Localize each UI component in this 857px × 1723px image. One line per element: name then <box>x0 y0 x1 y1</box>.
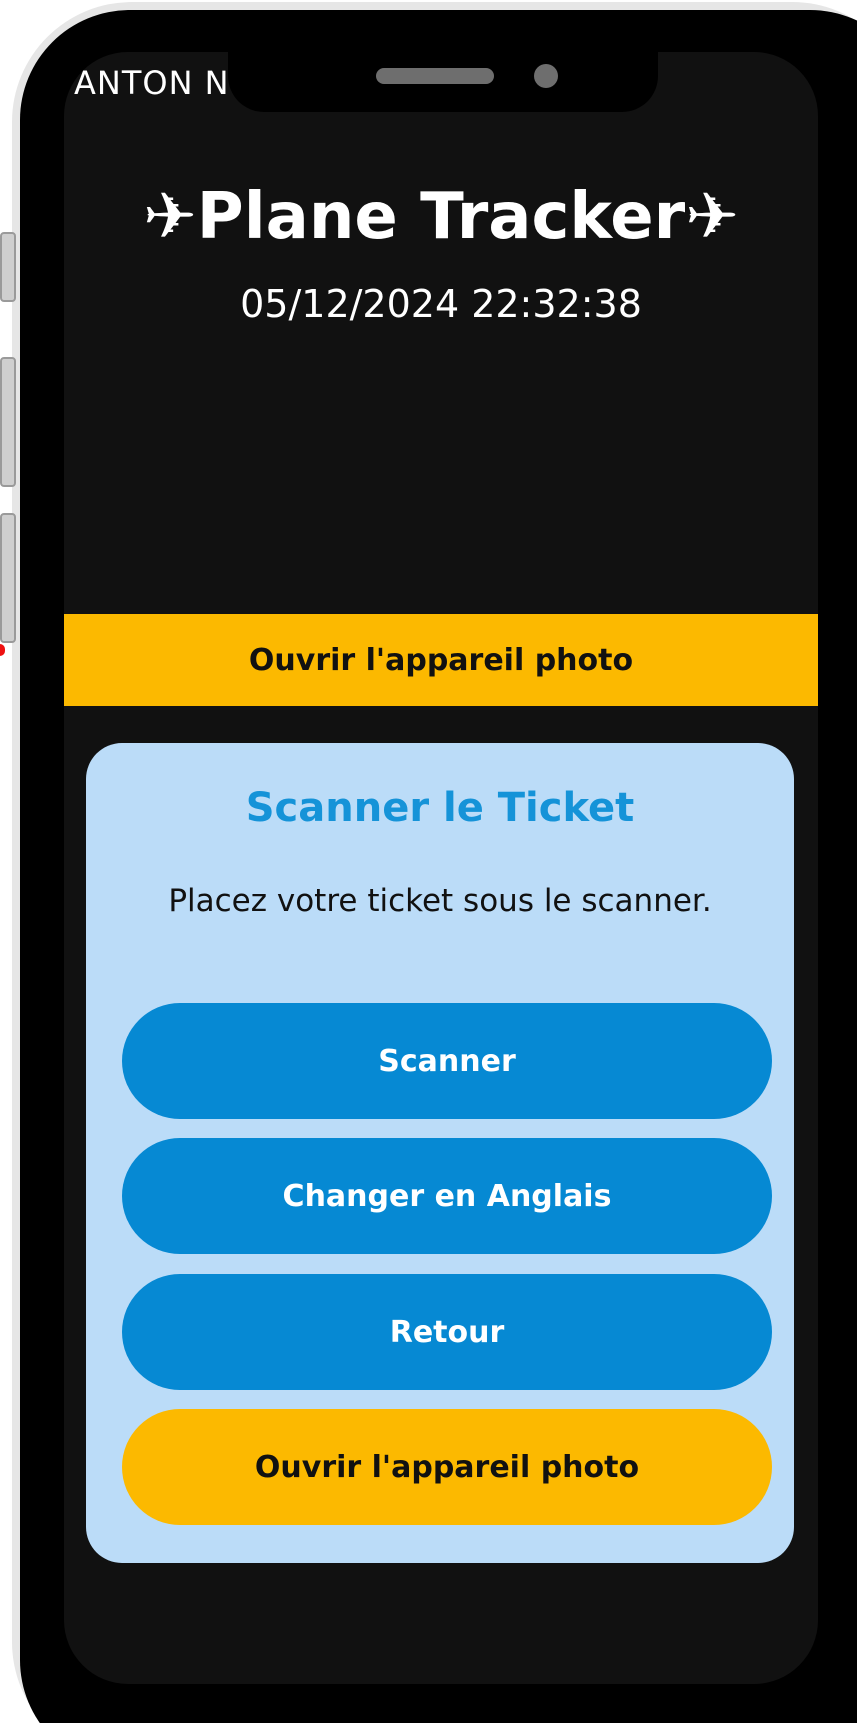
volume-up-button <box>0 357 16 487</box>
front-camera-icon <box>534 64 558 88</box>
mute-switch <box>0 232 16 302</box>
notch <box>228 52 658 112</box>
speaker-grille <box>376 68 494 84</box>
current-datetime: 05/12/2024 22:32:38 <box>240 282 642 326</box>
card-title: Scanner le Ticket <box>245 785 635 831</box>
scan-ticket-card: Scanner le Ticket Placez votre ticket so… <box>86 743 794 1563</box>
device-mockup: ANTON N ✈Plane Tracker✈ 05/12/2024 22:32… <box>0 0 857 1723</box>
back-button[interactable]: Retour <box>122 1274 772 1390</box>
volume-down-button <box>0 513 16 643</box>
open-camera-bar-button[interactable]: Ouvrir l'appareil photo <box>64 614 818 706</box>
scan-instruction: Placez votre ticket sous le scanner. <box>168 883 712 919</box>
indicator-dot <box>0 644 5 656</box>
status-bar-carrier: ANTON N <box>74 64 230 102</box>
app-screen: ANTON N ✈Plane Tracker✈ 05/12/2024 22:32… <box>64 52 818 1684</box>
scan-button[interactable]: Scanner <box>122 1003 772 1119</box>
page-title: ✈Plane Tracker✈ <box>143 180 739 254</box>
open-camera-button[interactable]: Ouvrir l'appareil photo <box>122 1409 772 1525</box>
switch-to-english-button[interactable]: Changer en Anglais <box>122 1138 772 1254</box>
